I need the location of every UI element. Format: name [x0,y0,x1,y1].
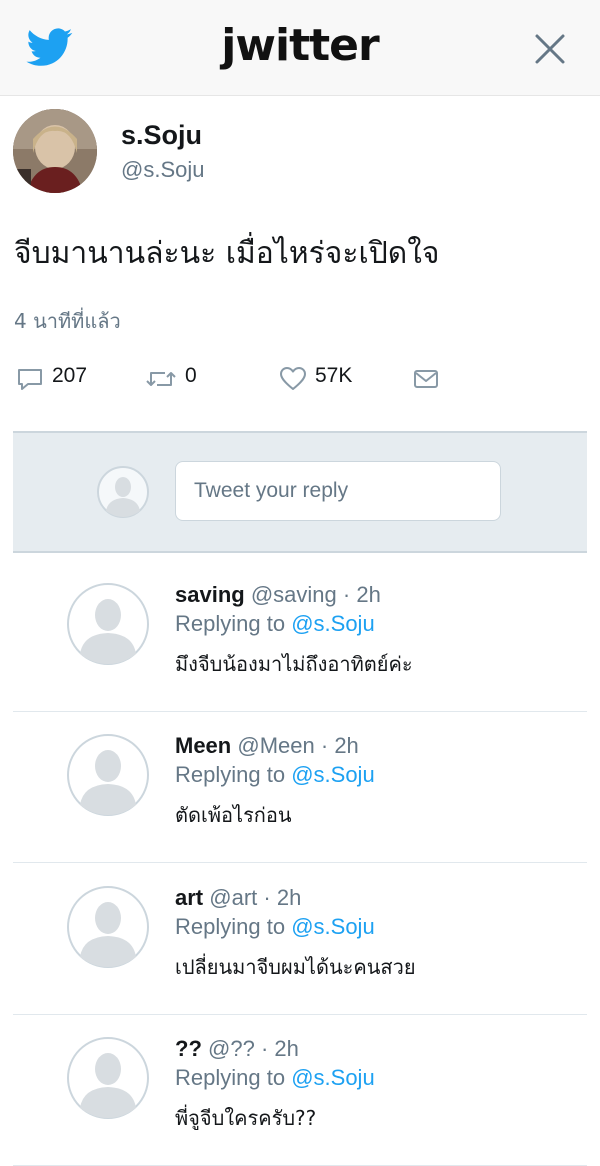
replying-to-mention[interactable]: @s.Soju [291,914,374,939]
author-avatar[interactable] [13,109,97,193]
reply-text: มึงจีบน้องมาไม่ถึงอาทิตย์ค่ะ [175,652,413,676]
reply-text: เปลี่ยนมาจีบผมได้นะคนสวย [175,955,416,979]
reply-header: Meen @Meen · 2h [175,733,359,759]
default-avatar-icon[interactable] [66,733,150,817]
reply-author-handle[interactable]: @saving [251,582,337,607]
reply-author-name[interactable]: art [175,885,203,910]
reply-icon [18,369,42,390]
app-logo: jwitter [221,20,379,71]
reply-header: ?? @?? · 2h [175,1036,299,1062]
replying-to: Replying to @s.Soju [175,914,375,940]
replying-to-mention[interactable]: @s.Soju [291,611,374,636]
top-bar: jwitter [0,0,600,96]
like-count: 57K [315,364,353,387]
replying-to-label: Replying to [175,611,286,636]
reply-header: saving @saving · 2h [175,582,381,608]
reply-count: 207 [52,364,88,387]
reply-item[interactable]: art @art · 2h Replying to @s.Soju เปลี่ย… [13,863,587,1015]
reply-action[interactable]: 207 [16,364,87,394]
replying-to-label: Replying to [175,914,286,939]
retweet-icon [146,372,176,386]
envelope-icon [414,370,438,388]
reply-text: ตัดเพ้อไรก่อน [175,803,292,827]
retweet-count: 0 [185,364,197,387]
reply-input[interactable]: Tweet your reply [175,461,501,521]
close-icon[interactable] [534,33,566,65]
reply-item[interactable]: ?? @?? · 2h Replying to @s.Soju พี่จูจีบ… [13,1014,587,1166]
reply-author-handle[interactable]: @?? [208,1036,255,1061]
replying-to-label: Replying to [175,1065,286,1090]
default-avatar-icon[interactable] [66,885,150,969]
reply-author-handle[interactable]: @Meen [237,733,314,758]
author-handle[interactable]: @s.Soju [121,157,204,183]
reply-composer: Tweet your reply [13,431,587,553]
retweet-action[interactable]: 0 [145,364,197,394]
tweet-text: จีบมานานล่ะนะ เมื่อไหร่จะเปิดใจ [14,236,440,271]
reply-separator: · [336,582,357,607]
reply-time: 2h [276,885,302,910]
replying-to-label: Replying to [175,762,286,787]
replying-to-mention[interactable]: @s.Soju [291,1065,374,1090]
reply-author-name[interactable]: saving [175,582,245,607]
reply-item[interactable]: Meen @Meen · 2h Replying to @s.Soju ตัดเ… [13,711,587,863]
direct-message-action[interactable] [413,364,439,394]
replying-to: Replying to @s.Soju [175,1065,375,1091]
reply-time: 2h [274,1036,299,1061]
replying-to-mention[interactable]: @s.Soju [291,762,374,787]
like-action[interactable]: 57K [279,364,352,394]
reply-separator: · [314,733,335,758]
default-avatar-icon[interactable] [66,1036,150,1120]
reply-separator: · [257,885,277,910]
reply-item[interactable]: saving @saving · 2h Replying to @s.Soju … [13,560,587,712]
reply-time: 2h [356,582,381,607]
replying-to: Replying to @s.Soju [175,611,375,637]
tweet-timestamp: 4 นาทีที่แล้ว [14,309,121,333]
default-avatar-icon[interactable] [66,582,150,666]
reply-time: 2h [334,733,359,758]
heart-icon [280,367,306,390]
reply-text: พี่จูจีบใครครับ?? [175,1106,317,1130]
reply-separator: · [254,1036,275,1061]
reply-author-handle[interactable]: @art [209,885,257,910]
replying-to: Replying to @s.Soju [175,762,375,788]
reply-header: art @art · 2h [175,885,301,911]
default-avatar-icon [97,466,149,518]
author-display-name[interactable]: s.Soju [121,120,202,151]
reply-author-name[interactable]: Meen [175,733,231,758]
reply-author-name[interactable]: ?? [175,1036,202,1061]
